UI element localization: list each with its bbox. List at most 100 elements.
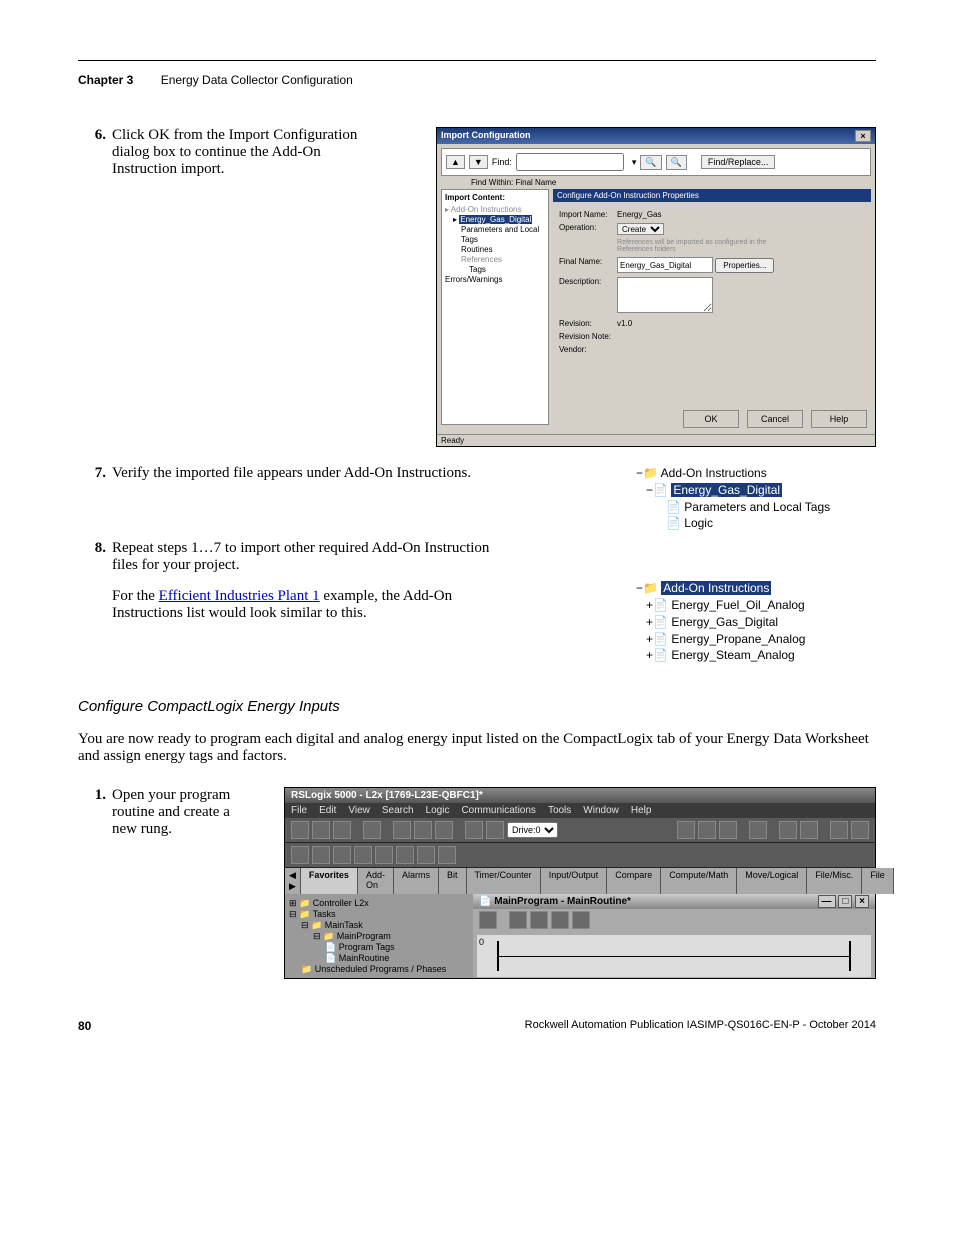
collapse-icon[interactable]: − — [636, 581, 643, 595]
final-name-input[interactable] — [617, 257, 713, 273]
chapter-title: Energy Data Collector Configuration — [161, 73, 353, 87]
minimize-icon[interactable]: — — [818, 895, 836, 908]
tab-alarms[interactable]: Alarms — [394, 868, 439, 894]
find-input[interactable] — [516, 153, 624, 171]
tab-file[interactable]: File — [862, 868, 894, 894]
tree-selected[interactable]: Energy_Gas_Digital — [671, 483, 782, 497]
verify-tree: −📁 Add-On Instructions −📄 Energy_Gas_Dig… — [636, 465, 876, 532]
zoom-out-icon[interactable] — [851, 821, 869, 839]
cut-icon[interactable] — [393, 821, 411, 839]
project-tree[interactable]: ⊞ 📁 Controller L2x ⊟ 📁 Tasks ⊟ 📁 MainTas… — [285, 894, 473, 978]
step-text: Repeat steps 1…7 to import other require… — [112, 540, 498, 574]
tool-icon[interactable] — [779, 821, 797, 839]
rung-icon[interactable] — [291, 846, 309, 864]
tool-icon[interactable] — [698, 821, 716, 839]
menu-search[interactable]: Search — [382, 805, 414, 816]
find-toolbar: ▲ ▼ Find: ▾ 🔍 🔍 Find/Replace... — [441, 148, 871, 176]
tool-icon[interactable] — [800, 821, 818, 839]
help-button[interactable]: Help — [811, 410, 867, 428]
tree-selected[interactable]: Add-On Instructions — [661, 581, 771, 595]
tab-filemisc[interactable]: File/Misc. — [807, 868, 862, 894]
publication-id: Rockwell Automation Publication IASIMP-Q… — [525, 1019, 876, 1033]
drive-select[interactable]: Drive:0 — [507, 822, 558, 838]
find-next-icon[interactable]: ▼ — [469, 155, 488, 169]
expand-icon[interactable]: + — [646, 598, 653, 612]
tool-icon[interactable] — [509, 911, 527, 929]
main-toolbar: Drive:0 — [285, 818, 875, 843]
contact-icon[interactable] — [354, 846, 372, 864]
example-link[interactable]: Efficient Industries Plant 1 — [159, 588, 320, 604]
menu-window[interactable]: Window — [583, 805, 619, 816]
routine-title: MainProgram - MainRoutine* — [494, 896, 631, 907]
save-icon[interactable] — [333, 821, 351, 839]
find-all-icon[interactable]: 🔍 — [666, 155, 687, 170]
rung[interactable]: 0 — [477, 935, 871, 977]
import-content-tree[interactable]: Import Content: ▸ Add-On Instructions ▸ … — [441, 189, 549, 425]
tab-io[interactable]: Input/Output — [541, 868, 608, 894]
menu-tools[interactable]: Tools — [548, 805, 571, 816]
branch-icon[interactable] — [312, 846, 330, 864]
cancel-button[interactable]: Cancel — [747, 410, 803, 428]
page-number: 80 — [78, 1019, 91, 1033]
tool-icon[interactable] — [677, 821, 695, 839]
zoom-in-icon[interactable] — [830, 821, 848, 839]
tab-addon[interactable]: Add-On — [358, 868, 394, 894]
open-icon[interactable] — [312, 821, 330, 839]
new-icon[interactable] — [291, 821, 309, 839]
tab-compare[interactable]: Compare — [607, 868, 661, 894]
undo-icon[interactable] — [465, 821, 483, 839]
menubar[interactable]: File Edit View Search Logic Communicatio… — [285, 803, 875, 818]
step-number: 7. — [78, 465, 112, 482]
instruction-tabs[interactable]: ◀ ▶ Favorites Add-On Alarms Bit Timer/Co… — [285, 868, 875, 894]
redo-icon[interactable] — [486, 821, 504, 839]
running-header: Chapter 3 Energy Data Collector Configur… — [78, 73, 876, 87]
tab-move[interactable]: Move/Logical — [737, 868, 807, 894]
coil-icon[interactable] — [417, 846, 435, 864]
ok-button[interactable]: OK — [683, 410, 739, 428]
coil-icon[interactable] — [375, 846, 393, 864]
tab-bit[interactable]: Bit — [439, 868, 467, 894]
menu-communications[interactable]: Communications — [461, 805, 535, 816]
tab-favorites[interactable]: Favorites — [301, 868, 358, 894]
tool-icon[interactable] — [719, 821, 737, 839]
description-input[interactable] — [617, 277, 713, 313]
step-text: Verify the imported file appears under A… — [112, 465, 498, 482]
expand-icon[interactable]: + — [646, 615, 653, 629]
maximize-icon[interactable]: □ — [838, 895, 852, 908]
operation-select[interactable]: Create — [617, 223, 664, 235]
properties-pane: Configure Add-On Instruction Properties … — [553, 189, 871, 425]
expand-icon[interactable]: + — [646, 632, 653, 646]
print-icon[interactable] — [363, 821, 381, 839]
tool-icon[interactable] — [572, 911, 590, 929]
menu-help[interactable]: Help — [631, 805, 652, 816]
coil-icon[interactable] — [396, 846, 414, 864]
close-icon[interactable]: × — [855, 130, 871, 142]
find-within-label: Find Within: Final Name — [437, 178, 875, 187]
collapse-icon[interactable]: − — [636, 466, 643, 480]
close-icon[interactable]: × — [855, 895, 869, 908]
tool-icon[interactable] — [749, 821, 767, 839]
collapse-icon[interactable]: − — [646, 483, 653, 497]
properties-button[interactable]: Properties... — [715, 258, 774, 273]
contact-icon[interactable] — [333, 846, 351, 864]
find-replace-button[interactable]: Find/Replace... — [701, 155, 776, 169]
copy-icon[interactable] — [414, 821, 432, 839]
coil-icon[interactable] — [438, 846, 456, 864]
header-rule — [78, 60, 876, 61]
find-prev-icon[interactable]: ▲ — [446, 155, 465, 169]
tool-icon[interactable] — [530, 911, 548, 929]
tab-timer[interactable]: Timer/Counter — [467, 868, 541, 894]
menu-file[interactable]: File — [291, 805, 307, 816]
menu-view[interactable]: View — [348, 805, 370, 816]
tree-header: Import Content: — [445, 193, 545, 203]
routine-pane: 📄 MainProgram - MainRoutine* — □ × — [473, 894, 875, 978]
menu-edit[interactable]: Edit — [319, 805, 336, 816]
find-icon[interactable]: 🔍 — [640, 155, 661, 170]
tab-compute[interactable]: Compute/Math — [661, 868, 737, 894]
tree-selected[interactable]: Energy_Gas_Digital — [459, 215, 532, 224]
expand-icon[interactable]: + — [646, 648, 653, 662]
tool-icon[interactable] — [551, 911, 569, 929]
tool-icon[interactable] — [479, 911, 497, 929]
menu-logic[interactable]: Logic — [426, 805, 450, 816]
paste-icon[interactable] — [435, 821, 453, 839]
